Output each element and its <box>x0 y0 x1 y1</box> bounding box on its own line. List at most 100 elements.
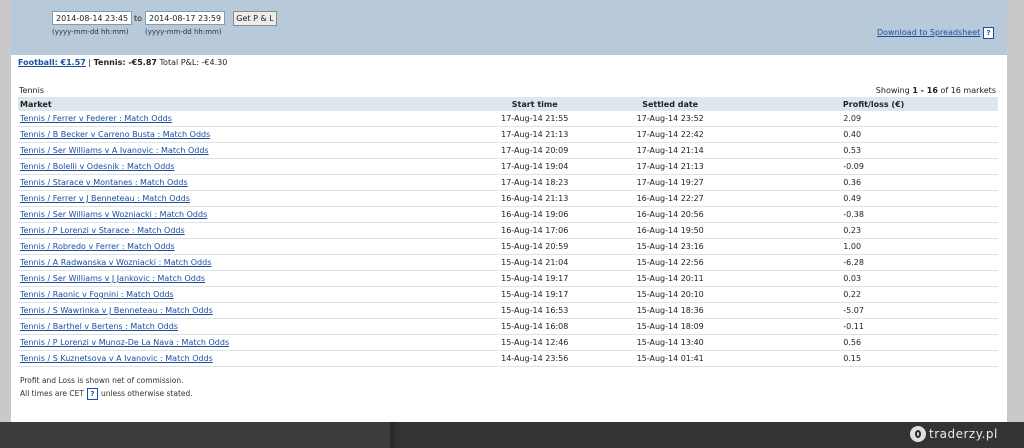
settled-date-cell: 16-Aug-14 20:56 <box>591 206 750 223</box>
get-pl-button[interactable]: Get P & L <box>233 11 277 26</box>
profit-loss-cell: 0.49 <box>749 190 998 207</box>
table-row: Tennis / Ferrer v J Benneteau : Match Od… <box>18 190 998 207</box>
start-time-cell: 17-Aug-14 21:55 <box>478 111 592 127</box>
market-link[interactable]: Tennis / Starace v Montanes : Match Odds <box>20 178 188 187</box>
market-link[interactable]: Tennis / Robredo v Ferrer : Match Odds <box>20 242 175 251</box>
timezone-note: All times are CET? unless otherwise state… <box>20 388 193 400</box>
showing-count: Showing 1 - 16 of 16 markets <box>876 86 996 95</box>
market-link[interactable]: Tennis / Ferrer v J Benneteau : Match Od… <box>20 194 190 203</box>
market-link[interactable]: Tennis / Ser Williams v Wozniacki : Matc… <box>20 210 207 219</box>
table-row: Tennis / B Becker v Carreno Busta : Matc… <box>18 126 998 143</box>
table-row: Tennis / Ser Williams v J Jankovic : Mat… <box>18 270 998 287</box>
settled-date-cell: 15-Aug-14 18:36 <box>591 302 750 319</box>
table-row: Tennis / S Wawrinka v J Benneteau : Matc… <box>18 302 998 319</box>
settled-date-cell: 15-Aug-14 23:16 <box>591 238 750 255</box>
table-row: Tennis / Ferrer v Federer : Match Odds 17… <box>18 111 998 127</box>
settled-date-cell: 17-Aug-14 21:13 <box>591 158 750 175</box>
table-row: Tennis / Ser Williams v A Ivanovic : Mat… <box>18 142 998 159</box>
profit-loss-cell: 0.23 <box>749 222 998 239</box>
market-link[interactable]: Tennis / Ser Williams v J Jankovic : Mat… <box>20 274 205 283</box>
profit-loss-cell: -5.07 <box>749 302 998 319</box>
total-pl-label: Total P&L: <box>159 58 199 67</box>
timezone-note-text: All times are CET <box>20 389 84 398</box>
showing-total: of 16 markets <box>940 86 996 95</box>
watermark-text: traderzy.pl <box>929 427 998 441</box>
market-link[interactable]: Tennis / B Becker v Carreno Busta : Matc… <box>20 130 210 139</box>
start-time-cell: 15-Aug-14 19:17 <box>478 286 592 303</box>
table-row: Tennis / P Lorenzi v Munoz-De La Nava : … <box>18 334 998 351</box>
to-date-input[interactable] <box>145 11 225 25</box>
commission-note: Profit and Loss is shown net of commissi… <box>20 376 184 385</box>
start-time-cell: 16-Aug-14 17:06 <box>478 222 592 239</box>
settled-date-cell: 15-Aug-14 18:09 <box>591 318 750 335</box>
help-icon[interactable]: ? <box>983 27 994 39</box>
profit-loss-cell: -6.28 <box>749 254 998 271</box>
download-spreadsheet-link[interactable]: Download to Spreadsheet <box>877 28 980 37</box>
market-link[interactable]: Tennis / S Kuznetsova v A Ivanovic : Mat… <box>20 354 213 363</box>
profit-loss-cell: -0.09 <box>749 158 998 175</box>
showing-prefix: Showing <box>875 86 910 95</box>
profit-loss-column-header[interactable]: Profit/loss (€) <box>749 97 998 111</box>
section-title: Tennis <box>19 86 44 95</box>
start-time-cell: 14-Aug-14 23:56 <box>478 350 592 367</box>
tennis-pl-label: Tennis: -€5.87 <box>93 58 157 67</box>
market-link[interactable]: Tennis / Ser Williams v A Ivanovic : Mat… <box>20 146 209 155</box>
settled-date-cell: 17-Aug-14 19:27 <box>591 174 750 191</box>
start-time-cell: 17-Aug-14 21:13 <box>478 126 592 143</box>
market-column-header[interactable]: Market <box>18 97 479 111</box>
start-time-cell: 17-Aug-14 19:04 <box>478 158 592 175</box>
market-link[interactable]: Tennis / Raonic v Fognini : Match Odds <box>20 290 174 299</box>
table-header-row: Market Start time Settled date Profit/lo… <box>18 97 998 111</box>
pl-summary: Football: €1.57 | Tennis: -€5.87 Total P… <box>18 58 227 67</box>
from-date-input[interactable] <box>52 11 132 25</box>
start-time-cell: 17-Aug-14 18:23 <box>478 174 592 191</box>
table-row: Tennis / S Kuznetsova v A Ivanovic : Mat… <box>18 350 998 367</box>
table-row: Tennis / P Lorenzi v Starace : Match Odd… <box>18 222 998 239</box>
settled-date-cell: 16-Aug-14 22:27 <box>591 190 750 207</box>
settled-date-cell: 16-Aug-14 19:50 <box>591 222 750 239</box>
settled-date-cell: 15-Aug-14 01:41 <box>591 350 750 367</box>
market-link[interactable]: Tennis / S Wawrinka v J Benneteau : Matc… <box>20 306 213 315</box>
bottom-bar-segment <box>0 422 390 448</box>
start-time-cell: 15-Aug-14 21:04 <box>478 254 592 271</box>
profit-loss-cell: 0.56 <box>749 334 998 351</box>
table-row: Tennis / Raonic v Fognini : Match Odds 15… <box>18 286 998 303</box>
table-row: Tennis / A Radwanska v Wozniacki : Match… <box>18 254 998 271</box>
start-time-cell: 15-Aug-14 20:59 <box>478 238 592 255</box>
start-time-cell: 16-Aug-14 21:13 <box>478 190 592 207</box>
to-format-hint: (yyyy-mm-dd hh:mm) <box>145 28 222 36</box>
market-link[interactable]: Tennis / P Lorenzi v Munoz-De La Nava : … <box>20 338 229 347</box>
settled-date-cell: 17-Aug-14 21:14 <box>591 142 750 159</box>
settled-date-cell: 17-Aug-14 22:42 <box>591 126 750 143</box>
summary-separator: | <box>88 58 92 67</box>
market-link[interactable]: Tennis / Bolelli v Odesnik : Match Odds <box>20 162 175 171</box>
start-time-cell: 17-Aug-14 20:09 <box>478 142 592 159</box>
table-row: Tennis / Ser Williams v Wozniacki : Matc… <box>18 206 998 223</box>
settled-date-cell: 15-Aug-14 13:40 <box>591 334 750 351</box>
timezone-help-icon[interactable]: ? <box>87 388 98 400</box>
table-row: Tennis / Barthel v Bertens : Match Odds 1… <box>18 318 998 335</box>
timezone-note-suffix: unless otherwise stated. <box>101 389 193 398</box>
profit-loss-cell: 1.00 <box>749 238 998 255</box>
market-link[interactable]: Tennis / P Lorenzi v Starace : Match Odd… <box>20 226 185 235</box>
watermark: traderzy.pl <box>910 426 998 444</box>
showing-range: 1 - 16 <box>912 86 938 95</box>
betfair-pl-page: to Get P & L (yyyy-mm-dd hh:mm) (yyyy-mm… <box>11 0 1007 422</box>
table-row: Tennis / Bolelli v Odesnik : Match Odds 1… <box>18 158 998 175</box>
market-link[interactable]: Tennis / A Radwanska v Wozniacki : Match… <box>20 258 211 267</box>
markets-table: Market Start time Settled date Profit/lo… <box>18 97 998 367</box>
start-time-column-header[interactable]: Start time <box>478 97 592 111</box>
market-link[interactable]: Tennis / Barthel v Bertens : Match Odds <box>20 322 178 331</box>
football-pl-link[interactable]: Football: €1.57 <box>18 58 86 67</box>
settled-date-column-header[interactable]: Settled date <box>591 97 750 111</box>
profit-loss-cell: 0.53 <box>749 142 998 159</box>
settled-date-cell: 15-Aug-14 20:10 <box>591 286 750 303</box>
start-time-cell: 15-Aug-14 19:17 <box>478 270 592 287</box>
profit-loss-cell: -0.38 <box>749 206 998 223</box>
settled-date-cell: 15-Aug-14 22:56 <box>591 254 750 271</box>
profit-loss-cell: 0.40 <box>749 126 998 143</box>
market-link[interactable]: Tennis / Ferrer v Federer : Match Odds <box>20 114 172 123</box>
profit-loss-cell: 0.03 <box>749 270 998 287</box>
date-filter-panel: to Get P & L (yyyy-mm-dd hh:mm) (yyyy-mm… <box>11 0 1007 55</box>
watermark-logo-icon <box>910 426 926 442</box>
